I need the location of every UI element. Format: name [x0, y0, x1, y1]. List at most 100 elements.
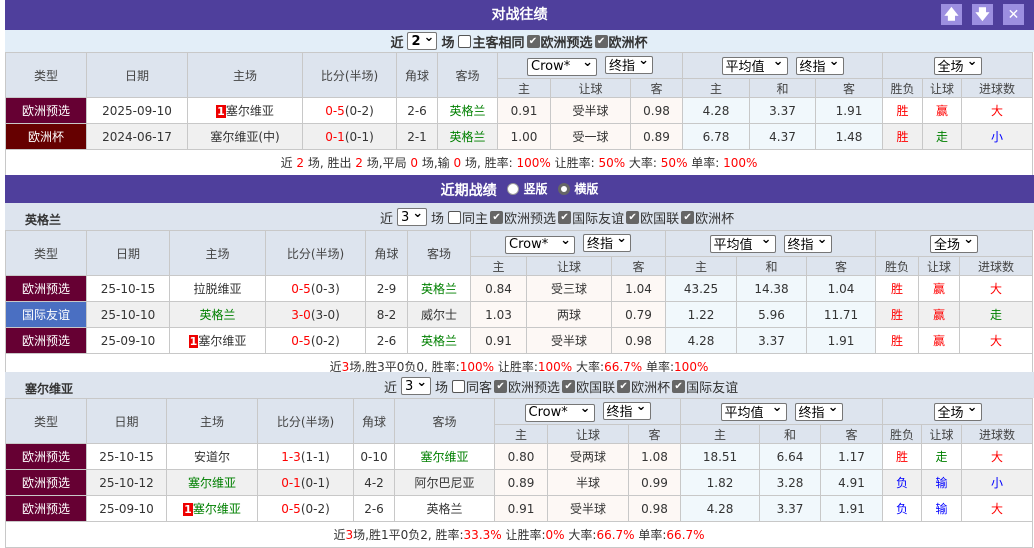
- layout-option-horizontal[interactable]: 横版: [558, 175, 598, 203]
- euro-company-select[interactable]: 平均值: [709, 234, 776, 253]
- asian-odds-line: 受半球: [550, 97, 631, 124]
- away-team-name[interactable]: 英格兰: [449, 130, 485, 144]
- competition-type[interactable]: 欧洲预选: [5, 97, 87, 124]
- home-team[interactable]: 1塞尔维亚: [166, 495, 258, 522]
- competition-checkbox[interactable]: ✔ 欧洲预选: [490, 208, 556, 227]
- competition-type[interactable]: 欧洲预选: [5, 495, 87, 522]
- away-team[interactable]: 英格兰: [437, 123, 498, 150]
- home-team-name[interactable]: 塞尔维亚(中): [210, 130, 279, 144]
- checkbox-icon[interactable]: ✔: [562, 379, 576, 393]
- euro-odds-home: 1.82: [680, 469, 760, 496]
- odds-type-select[interactable]: 终指: [583, 233, 631, 252]
- result-win-loss: 胜: [875, 301, 920, 328]
- home-team[interactable]: 1塞尔维亚: [187, 97, 303, 124]
- euro-company-select[interactable]: 平均值: [721, 56, 788, 75]
- euro-odds-type-select[interactable]: 终指: [783, 234, 832, 253]
- competition-checkbox[interactable]: ✔ 国际友谊: [672, 377, 738, 396]
- match-count-select[interactable]: 3: [401, 377, 432, 395]
- period-select[interactable]: 全场: [933, 56, 982, 75]
- away-team[interactable]: 英格兰: [407, 327, 471, 354]
- same-venue-checkbox[interactable]: 主客相同: [458, 32, 525, 51]
- checkbox-icon[interactable]: ✔: [672, 379, 686, 393]
- serbia-filter: 近3场同客✔欧洲预选✔欧国联✔欧洲杯✔国际友谊: [384, 375, 1024, 397]
- home-team[interactable]: 塞尔维亚(中): [187, 123, 303, 150]
- competition-checkbox[interactable]: ✔ 欧国联: [626, 208, 679, 227]
- away-team[interactable]: 阿尔巴尼亚: [394, 469, 495, 496]
- competition-type[interactable]: 国际友谊: [5, 301, 87, 328]
- euro-odds-type-select[interactable]: 终指: [795, 56, 844, 75]
- home-team-name[interactable]: 拉脱维亚: [193, 282, 241, 296]
- checkbox-icon[interactable]: ✔: [494, 379, 508, 393]
- checkbox-icon[interactable]: [448, 210, 462, 224]
- home-team-name[interactable]: 塞尔维亚: [193, 502, 241, 516]
- checkbox-icon[interactable]: ✔: [617, 379, 631, 393]
- checkbox-icon[interactable]: [458, 34, 472, 48]
- company-select[interactable]: Crow*: [527, 57, 597, 76]
- summary-segment: 场, 胜率:: [461, 156, 517, 170]
- arrow-down-icon[interactable]: 🡇: [972, 4, 993, 25]
- away-team[interactable]: 英格兰: [407, 275, 471, 302]
- competition-checkbox[interactable]: ✔ 欧国联: [562, 377, 615, 396]
- euro-odds-type-select[interactable]: 终指: [794, 402, 843, 421]
- checkbox-icon[interactable]: ✔: [526, 34, 540, 48]
- company-select[interactable]: Crow*: [505, 235, 575, 254]
- match-count-select[interactable]: 3: [397, 208, 428, 226]
- period-select[interactable]: 全场: [930, 234, 979, 253]
- competition-checkbox[interactable]: ✔ 欧洲预选: [494, 377, 560, 396]
- column-header: 进球数: [959, 256, 1034, 276]
- checkbox-icon[interactable]: ✔: [681, 210, 695, 224]
- layout-option-vertical[interactable]: 竖版: [507, 175, 548, 203]
- away-team-name[interactable]: 英格兰: [421, 282, 457, 296]
- asian-odds-line: 受一球: [550, 123, 631, 150]
- home-team-name[interactable]: 英格兰: [199, 308, 235, 322]
- away-team-name[interactable]: 塞尔维亚: [420, 450, 468, 464]
- period-select[interactable]: 全场: [933, 402, 982, 421]
- home-team[interactable]: 安道尔: [166, 443, 258, 470]
- same-venue-checkbox[interactable]: 同客: [452, 377, 492, 396]
- company-select[interactable]: Crow*: [524, 403, 595, 422]
- column-header: 主: [497, 78, 551, 98]
- competition-checkbox[interactable]: ✔ 国际友谊: [558, 208, 624, 227]
- away-team-name[interactable]: 阿尔巴尼亚: [414, 476, 474, 490]
- competition-checkbox[interactable]: ✔ 欧洲杯: [681, 208, 734, 227]
- away-team[interactable]: 塞尔维亚: [394, 443, 495, 470]
- checkbox-icon[interactable]: ✔: [626, 210, 640, 224]
- arrow-up-icon[interactable]: 🡅: [941, 4, 962, 25]
- away-team[interactable]: 威尔士: [407, 301, 471, 328]
- home-team[interactable]: 1塞尔维亚: [169, 327, 266, 354]
- checkbox-icon[interactable]: ✔: [490, 210, 504, 224]
- away-team-name[interactable]: 英格兰: [421, 334, 457, 348]
- away-team-name[interactable]: 英格兰: [449, 104, 485, 118]
- match-date: 25-10-15: [86, 275, 170, 302]
- home-team[interactable]: 拉脱维亚: [169, 275, 266, 302]
- match-count-select[interactable]: 2: [407, 32, 438, 50]
- away-team[interactable]: 英格兰: [437, 97, 498, 124]
- away-team[interactable]: 英格兰: [394, 495, 495, 522]
- competition-type[interactable]: 欧洲预选: [5, 275, 87, 302]
- euro-company-select[interactable]: 平均值: [720, 402, 787, 421]
- checkbox-icon[interactable]: ✔: [558, 210, 572, 224]
- odds-type-select[interactable]: 终指: [605, 55, 653, 74]
- checkbox-icon[interactable]: ✔: [594, 34, 608, 48]
- competition-checkbox[interactable]: ✔ 欧洲杯: [617, 377, 670, 396]
- checkbox-icon[interactable]: [452, 379, 466, 393]
- close-icon[interactable]: ✕: [1003, 4, 1024, 25]
- competition-type[interactable]: 欧洲预选: [5, 469, 87, 496]
- summary: 近 2 场, 胜出 2 场,平局 0 场,输 0 场, 胜率: 100% 让胜率…: [4, 149, 1034, 176]
- home-team-name[interactable]: 安道尔: [194, 450, 230, 464]
- home-team-name[interactable]: 塞尔维亚: [226, 104, 274, 118]
- home-team-name[interactable]: 塞尔维亚: [188, 476, 236, 490]
- competition-type[interactable]: 欧洲预选: [5, 327, 87, 354]
- competition-checkbox[interactable]: ✔ 欧洲杯: [594, 32, 648, 51]
- competition-type[interactable]: 欧洲预选: [5, 443, 87, 470]
- home-team[interactable]: 英格兰: [169, 301, 266, 328]
- away-team-name[interactable]: 威尔士: [421, 308, 457, 322]
- odds-type-select[interactable]: 终指: [602, 401, 651, 420]
- competition-type[interactable]: 欧洲杯: [5, 123, 87, 150]
- rank-badge: 1: [216, 105, 226, 118]
- home-team[interactable]: 塞尔维亚: [166, 469, 258, 496]
- away-team-name[interactable]: 英格兰: [426, 502, 462, 516]
- same-venue-checkbox[interactable]: 同主: [448, 208, 488, 227]
- home-team-name[interactable]: 塞尔维亚: [198, 334, 246, 348]
- competition-checkbox[interactable]: ✔ 欧洲预选: [526, 32, 593, 51]
